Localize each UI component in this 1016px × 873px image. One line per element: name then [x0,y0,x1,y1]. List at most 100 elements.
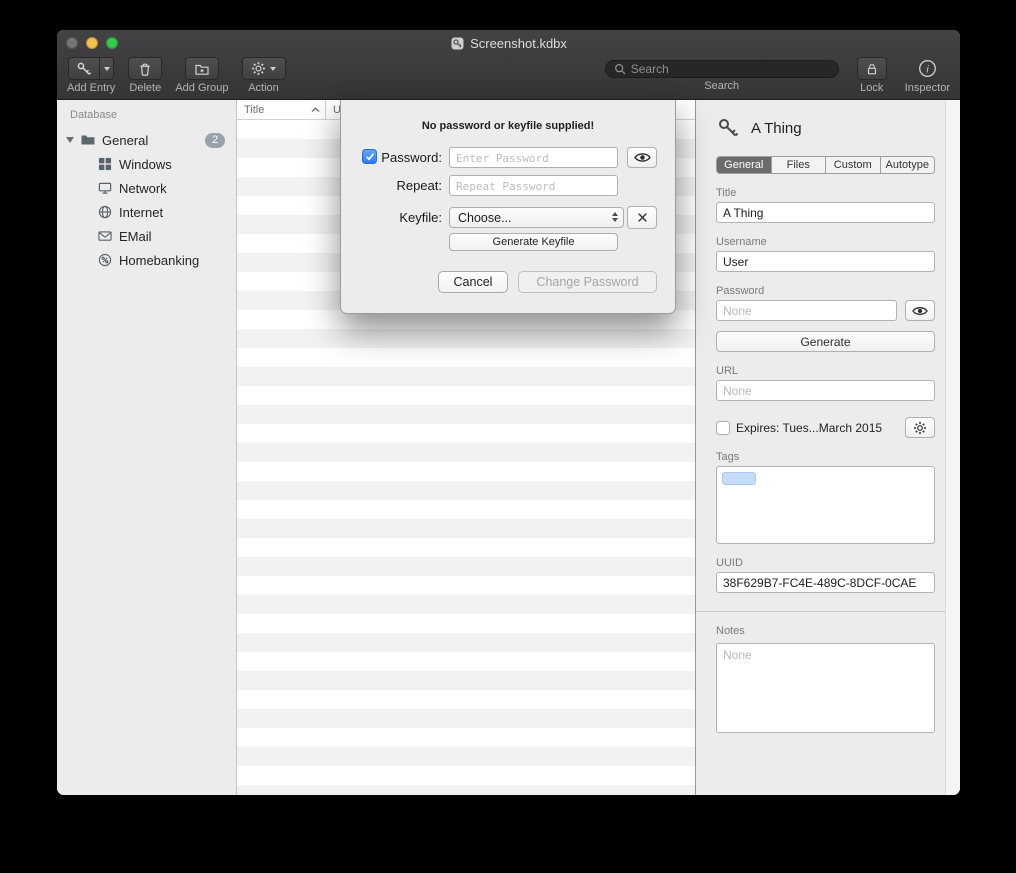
toolbar-lock: Lock [857,57,887,94]
cancel-button[interactable]: Cancel [438,271,508,293]
toolbar: Add Entry Delete Add Group [57,56,960,99]
lock-label: Lock [860,82,883,94]
key-icon[interactable] [68,57,99,80]
chevron-down-icon [104,67,110,71]
generate-keyfile-button[interactable]: Generate Keyfile [449,233,618,251]
toolbar-add-group: Add Group [175,57,228,94]
tags-input[interactable] [716,466,935,544]
sort-ascending-icon [311,107,320,113]
username-field-label: Username [716,236,935,248]
notes-field[interactable] [716,643,935,733]
add-group-button[interactable] [185,57,219,80]
inspector-header: A Thing [716,113,935,143]
sidebar-item-windows[interactable]: Windows [57,152,236,176]
sidebar-item-network[interactable]: Network [57,176,236,200]
add-group-label: Add Group [175,82,228,94]
action-button[interactable] [242,57,286,80]
tab-custom[interactable]: Custom [826,157,881,173]
inspector-button[interactable]: i [918,57,937,80]
inspector-tabs: General Files Custom Autotype [716,156,935,174]
uuid-field[interactable] [716,572,935,593]
tab-files[interactable]: Files [772,157,827,173]
uuid-label: UUID [716,557,935,569]
stepper-icon [612,212,618,223]
sidebar-item-label: Homebanking [119,253,199,268]
change-password-sheet: No password or keyfile supplied! Passwor… [340,100,676,314]
tab-autotype[interactable]: Autotype [881,157,935,173]
sidebar: Database General 2 Windows Network [57,100,237,795]
clear-keyfile-button[interactable] [627,206,657,229]
delete-label: Delete [129,82,161,94]
window-title-wrap: Screenshot.kdbx [450,36,567,51]
column-header-title[interactable]: Title [237,100,325,119]
password-field[interactable] [716,300,897,321]
tab-general[interactable]: General [717,157,772,173]
lock-icon [865,62,879,76]
generate-password-button[interactable]: Generate [716,331,935,352]
column-header-username[interactable]: U [326,100,341,119]
app-icon [450,36,465,51]
inspector-panel: A Thing General Files Custom Autotype Ti… [696,100,960,795]
reveal-password-button[interactable] [905,300,935,321]
sidebar-item-label: Internet [119,205,163,220]
sidebar-item-general[interactable]: General 2 [57,128,236,152]
toolbar-add-entry: Add Entry [67,57,115,94]
inspector-scrollbar[interactable] [945,100,960,795]
coin-percent-icon [97,252,113,268]
search-input[interactable] [631,62,830,76]
section-divider [696,611,960,612]
gear-icon [913,421,927,435]
password-input[interactable] [449,147,618,168]
search-label: Search [704,80,739,92]
repeat-label: Repeat: [341,178,442,193]
sidebar-item-label: Network [119,181,167,196]
action-label: Action [248,82,279,94]
titlebar: Screenshot.kdbx [57,30,960,56]
username-field[interactable] [716,251,935,272]
expires-label: Expires: Tues...March 2015 [736,421,882,435]
keyfile-label: Keyfile: [341,210,442,225]
sidebar-item-internet[interactable]: Internet [57,200,236,224]
expires-checkbox[interactable] [716,421,730,435]
toolbar-search: Search [605,57,839,92]
close-icon [637,212,648,223]
column-title-label: Title [244,104,264,116]
inspector-label: Inspector [905,82,950,94]
toolbar-delete: Delete [128,57,162,94]
zoom-button[interactable] [106,37,118,49]
envelope-icon [97,228,113,244]
gear-icon [251,61,266,76]
title-field[interactable] [716,202,935,223]
globe-icon [97,204,113,220]
change-password-button[interactable]: Change Password [518,271,657,293]
lock-button[interactable] [857,57,887,80]
repeat-input[interactable] [449,175,618,196]
monitor-icon [97,180,113,196]
password-row [716,300,935,321]
svg-text:i: i [926,65,929,76]
eye-icon [912,305,928,317]
app-window: Screenshot.kdbx Add Entry D [57,30,960,795]
sidebar-item-email[interactable]: EMail [57,224,236,248]
reveal-password-button[interactable] [627,147,657,168]
url-field[interactable] [716,380,935,401]
notes-label: Notes [716,625,935,637]
search-icon [614,63,626,75]
tag-token [722,472,756,485]
disclosure-triangle-icon[interactable] [66,137,74,143]
sidebar-item-homebanking[interactable]: Homebanking [57,248,236,272]
keyfile-dropdown[interactable]: Choose... [449,207,624,228]
expires-settings-button[interactable] [905,417,935,438]
close-button[interactable] [66,37,78,49]
add-entry-dropdown[interactable] [99,57,114,80]
trash-icon [137,61,153,77]
add-entry-button[interactable] [68,57,114,80]
search-field[interactable] [605,60,839,78]
window-title: Screenshot.kdbx [470,36,567,51]
password-checkbox[interactable] [362,149,377,164]
minimize-button[interactable] [86,37,98,49]
expires-row: Expires: Tues...March 2015 [716,417,935,438]
delete-button[interactable] [128,57,162,80]
checkmark-icon [365,152,375,161]
sidebar-item-label: Windows [119,157,172,172]
